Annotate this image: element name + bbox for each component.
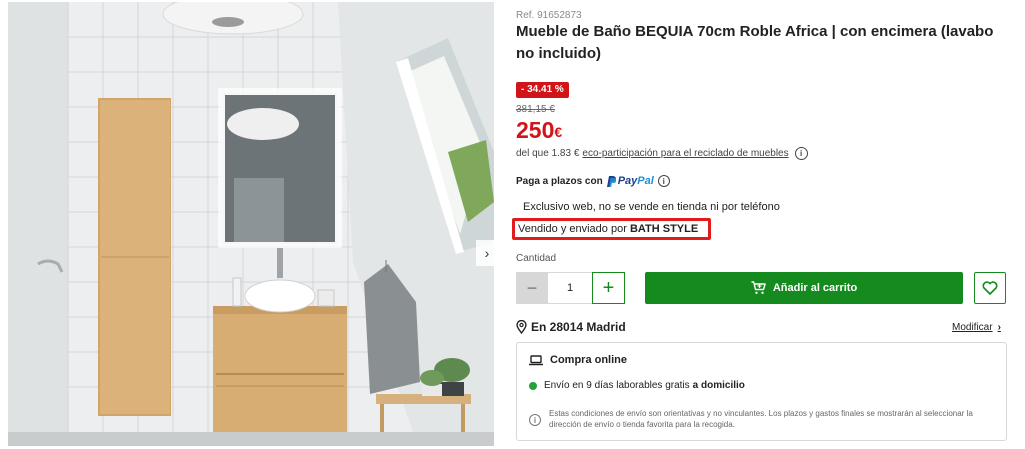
bathroom-photo [8,2,494,446]
paypal-pay: Pay [617,175,638,187]
eco-participation-link[interactable]: eco-participación para el reciclado de m… [582,148,788,159]
paypal-logo: Pay Pal [606,175,654,187]
price-currency: € [554,124,563,140]
price-integer: 250 [516,117,555,143]
delivery-text: Envío en 9 días laborables gratis [544,380,690,391]
chevron-right-icon: › [997,322,1001,333]
installments-row: Paga a plazos con Pay Pal i [516,175,670,187]
increase-quantity-button[interactable]: + [592,272,625,304]
discount-badge: - 34.41 % [516,82,569,98]
quantity-label: Cantidad [516,253,557,264]
decrease-quantity-button[interactable]: − [516,272,548,304]
paypal-info-icon[interactable]: i [657,175,670,187]
chevron-right-icon: › [484,245,490,261]
info-icon[interactable]: i [794,147,808,160]
old-price: 381,15 € [516,104,555,115]
shipping-heading-label: Compra online [550,354,628,366]
installments-label: Paga a plazos con [516,175,603,187]
laptop-icon [529,354,543,365]
seller-info: Vendido y enviado por BATH STYLE [512,218,711,240]
current-price: 250€ [516,116,562,144]
delivery-method: a domicilio [692,380,745,391]
eco-prefix: del que 1.83 € [516,148,580,159]
info-icon: i [529,414,541,426]
gallery-next-button[interactable]: › [476,240,494,266]
delivery-location: En 28014 Madrid [516,320,626,334]
shipping-note-text: Estas condiciones de envío son orientati… [549,409,973,429]
quantity-stepper: − + [516,272,625,304]
wishlist-button[interactable] [974,272,1006,304]
paypal-pal: Pal [637,175,654,187]
product-title: Mueble de Baño BEQUIA 70cm Roble Africa … [516,23,994,62]
product-ref: Ref. 91652873 [516,10,582,21]
home-delivery-option: Envío en 9 días laborables gratis a domi… [529,380,745,391]
shipping-options-card: Compra online Envío en 9 días laborables… [516,342,1007,441]
add-to-cart-button[interactable]: Añadir al carrito [645,272,963,304]
shipping-disclaimer: i Estas condiciones de envío son orienta… [529,408,1001,430]
seller-prefix: Vendido y enviado por [518,223,627,235]
location-label: En 28014 Madrid [531,320,626,334]
shipping-heading: Compra online [529,354,627,366]
availability-dot-icon [529,381,537,390]
exclusive-web-notice: Exclusivo web, no se vende en tienda ni … [523,201,780,213]
location-pin-icon [516,320,527,334]
paypal-icon [606,175,616,187]
modify-label: Modificar [952,322,993,333]
product-image[interactable]: › [8,2,494,446]
heart-icon [982,281,998,295]
modify-location-link[interactable]: Modificar › [952,322,1001,333]
product-info: Ref. 91652873 Mueble de Baño BEQUIA 70cm… [512,0,1008,449]
add-to-cart-label: Añadir al carrito [772,282,858,294]
cart-icon [751,281,766,294]
seller-name: BATH STYLE [629,223,699,235]
quantity-input[interactable] [548,272,592,304]
eco-participation: del que 1.83 € eco-participación para el… [516,147,808,160]
